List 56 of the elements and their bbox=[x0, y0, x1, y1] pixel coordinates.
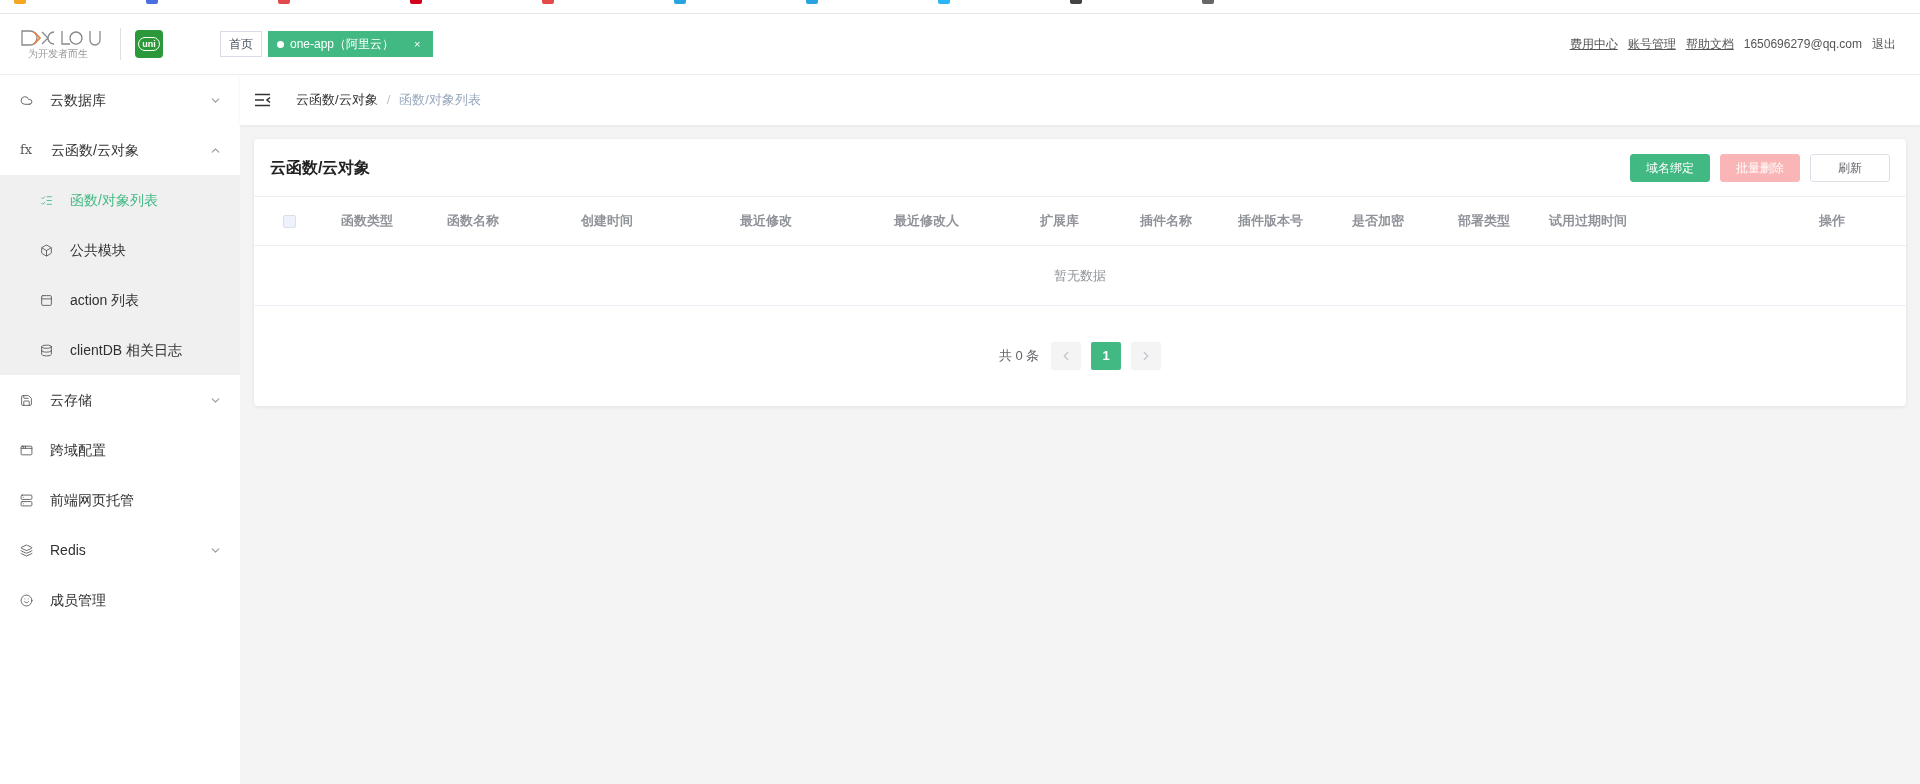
sidebar-item[interactable]: 成员管理 bbox=[0, 575, 240, 625]
database-icon bbox=[40, 343, 53, 357]
total-count: 共 0 条 bbox=[998, 347, 1040, 366]
menu-collapse-icon[interactable] bbox=[254, 93, 272, 107]
select-all-checkbox[interactable] bbox=[283, 214, 296, 228]
sidebar-subitem[interactable]: clientDB 相关日志 bbox=[0, 325, 240, 375]
bookmark-icon[interactable] bbox=[1070, 0, 1082, 4]
column-header: 最近修改人 bbox=[894, 213, 959, 229]
column-header: 扩展库 bbox=[1040, 213, 1079, 229]
sidebar-item[interactable]: 跨域配置 bbox=[0, 425, 240, 475]
column-header: 函数类型 bbox=[341, 213, 393, 229]
bookmark-icon[interactable] bbox=[542, 0, 554, 4]
panel-icon bbox=[40, 293, 53, 307]
bookmark-icon[interactable] bbox=[146, 0, 158, 4]
bookmark-icon[interactable] bbox=[410, 0, 422, 4]
column-header: 操作 bbox=[1819, 213, 1845, 229]
smiley-icon bbox=[20, 593, 33, 607]
column-header: 插件版本号 bbox=[1238, 213, 1303, 229]
column-header: 部署类型 bbox=[1458, 213, 1510, 229]
column-header: 最近修改 bbox=[740, 213, 792, 229]
sidebar-subitem[interactable]: 公共模块 bbox=[0, 225, 240, 275]
logout-link[interactable]: 退出 bbox=[1872, 35, 1896, 53]
column-header: 是否加密 bbox=[1352, 213, 1404, 229]
column-header: 创建时间 bbox=[581, 213, 633, 229]
page-tab[interactable]: 首页 bbox=[220, 31, 262, 57]
uni-app-badge: uni bbox=[135, 30, 163, 58]
cloud-icon bbox=[20, 93, 33, 107]
window-icon bbox=[20, 443, 33, 457]
column-header: 插件名称 bbox=[1140, 213, 1192, 229]
logo-caption: 为开发者而生 bbox=[28, 49, 88, 59]
header-link[interactable]: 账号管理 bbox=[1627, 35, 1676, 53]
breadcrumb-item: 函数/对象列表 bbox=[399, 91, 481, 110]
header-link[interactable]: 费用中心 bbox=[1569, 35, 1618, 53]
sidebar-item[interactable]: fx 云函数/云对象 bbox=[0, 125, 240, 175]
list-icon bbox=[40, 193, 53, 207]
refresh-button[interactable]: 刷新 bbox=[1810, 153, 1890, 182]
user-email[interactable]: 1650696279@qq.com bbox=[1743, 35, 1862, 53]
column-header: 试用过期时间 bbox=[1549, 213, 1627, 229]
bookmark-icon[interactable] bbox=[1202, 0, 1214, 4]
empty-text: 暂无数据 bbox=[1054, 266, 1106, 285]
bookmark-icon[interactable] bbox=[278, 0, 290, 4]
function-icon: fx bbox=[20, 140, 34, 160]
breadcrumb-separator: / bbox=[386, 91, 391, 110]
sidebar-item[interactable]: 前端网页托管 bbox=[0, 475, 240, 525]
column-header: 函数名称 bbox=[447, 213, 499, 229]
save-icon bbox=[20, 393, 33, 407]
breadcrumb-item[interactable]: 云函数/云对象 bbox=[296, 90, 378, 110]
server-icon bbox=[20, 493, 33, 507]
sidebar-item[interactable]: Redis bbox=[0, 525, 240, 575]
sidebar-subitem[interactable]: action 列表 bbox=[0, 275, 240, 325]
sidebar-item[interactable]: 云存储 bbox=[0, 375, 240, 425]
card-title: 云函数/云对象 bbox=[270, 157, 372, 178]
sidebar-item[interactable]: 云数据库 bbox=[0, 75, 240, 125]
cube-icon bbox=[40, 243, 53, 257]
header-link[interactable]: 帮助文档 bbox=[1685, 35, 1734, 53]
layers-icon bbox=[20, 543, 33, 557]
